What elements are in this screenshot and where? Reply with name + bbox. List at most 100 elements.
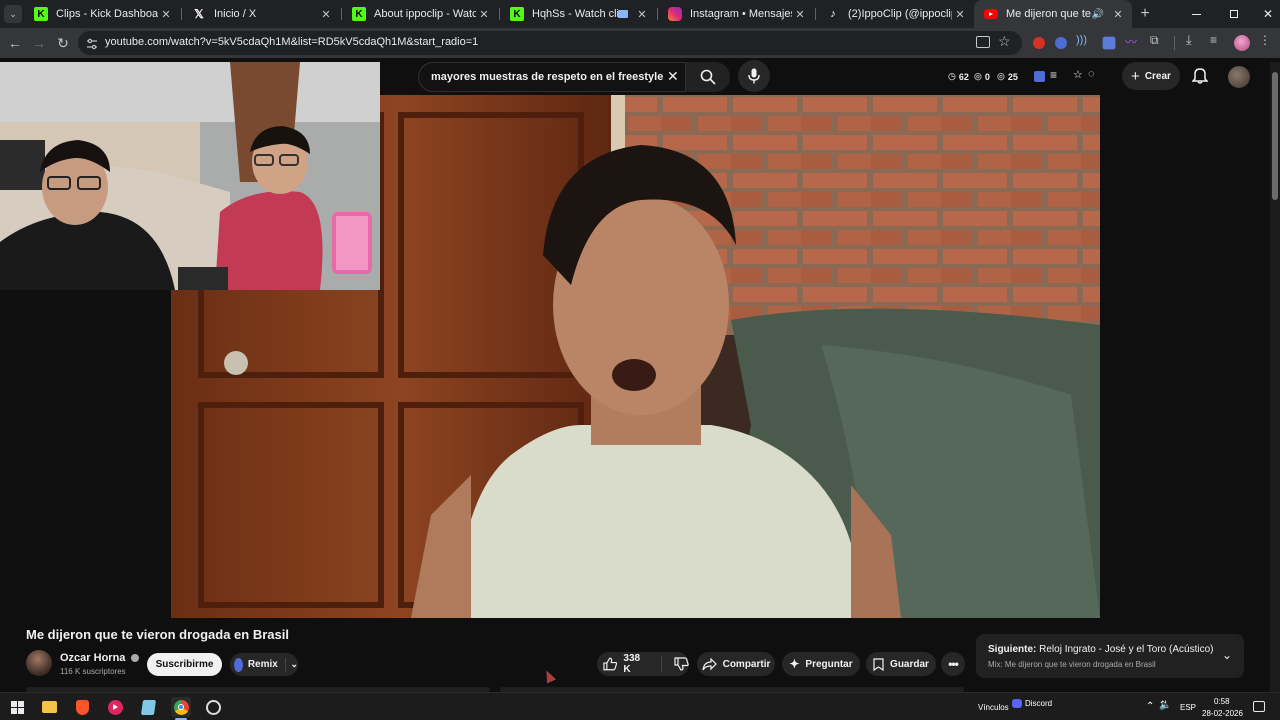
remix-label: Remix [247, 659, 278, 670]
close-icon[interactable]: ✕ [158, 8, 174, 21]
menu-dots-icon[interactable]: ⋮ [1259, 33, 1275, 49]
close-icon[interactable]: ✕ [792, 8, 808, 21]
start-button[interactable] [8, 698, 26, 716]
chevron-down-icon[interactable]: ⌄ [1222, 648, 1232, 662]
tab-search-button[interactable]: ⌄ [4, 5, 22, 23]
obs-icon[interactable] [204, 698, 222, 716]
dislike-button[interactable] [674, 657, 689, 671]
extension-wave-icon[interactable]: ))) [1076, 34, 1092, 50]
search-box[interactable]: mayores muestras de respeto en el freest… [418, 62, 686, 92]
close-icon[interactable]: ✕ [952, 8, 968, 21]
clock-date[interactable]: 28-02-2026 [1202, 709, 1243, 718]
remix-dropdown-divider [284, 657, 286, 672]
create-button[interactable]: + Crear [1122, 62, 1180, 90]
media-player-icon[interactable] [106, 698, 124, 716]
windows-taskbar: Vínculos Discord ⌃ ⇅ 🔈 ESP 0:58 28-02-20… [0, 692, 1280, 720]
minimize-button[interactable] [1186, 6, 1206, 22]
site-info-icon[interactable] [86, 37, 98, 50]
extension-blue-icon[interactable] [1055, 37, 1067, 49]
up-next-card[interactable]: Siguiente: Reloj Ingrato - José y el Tor… [976, 634, 1244, 678]
award-icon[interactable]: ☆ [1073, 68, 1083, 81]
clock-time[interactable]: 0:58 [1214, 697, 1230, 706]
channel-name-text: Ozcar Horna [60, 652, 126, 664]
chat-icon[interactable]: ◌ [1088, 68, 1095, 80]
cast-icon[interactable] [976, 36, 990, 48]
links-label[interactable]: Vínculos [978, 703, 1009, 712]
like-count: 338 K [623, 653, 641, 675]
close-icon[interactable]: ✕ [318, 8, 334, 21]
subscriber-count: 116 K suscriptores [60, 667, 126, 676]
search-icon [700, 69, 716, 85]
save-label: Guardar [890, 658, 929, 670]
brave-browser-icon[interactable] [73, 698, 91, 716]
youtube-icon [984, 9, 998, 19]
ask-button[interactable]: ✦ Preguntar [782, 652, 860, 676]
chevron-up-icon[interactable]: ⌃ [1146, 701, 1154, 712]
subscribe-button[interactable]: Suscribirme [147, 653, 222, 676]
mouse-cursor-icon [541, 668, 557, 684]
bookmark-icon [873, 657, 884, 671]
notepad-icon[interactable] [139, 698, 157, 716]
close-icon[interactable]: ✕ [1110, 8, 1126, 21]
tab-label: HqhSs - Watch clips on Kic [532, 8, 618, 20]
chevron-down-icon: ⌄ [9, 8, 17, 19]
more-actions-button[interactable]: ••• [941, 652, 965, 676]
language-indicator[interactable]: ESP [1180, 703, 1196, 712]
search-input[interactable]: mayores muestras de respeto en el freest… [431, 71, 663, 83]
restore-button[interactable] [1224, 6, 1244, 22]
reload-button[interactable]: ↻ [52, 32, 74, 54]
notifications-bell-icon[interactable] [1191, 66, 1209, 84]
close-icon[interactable]: ✕ [634, 8, 650, 21]
bookmark-star-icon[interactable]: ☆ [998, 33, 1011, 50]
tab-label: Inicio / X [214, 8, 257, 20]
like-button[interactable]: 338 K [603, 653, 649, 675]
profile-avatar-icon[interactable] [1234, 35, 1250, 51]
window-close-button[interactable]: ✕ [1258, 6, 1278, 22]
chevron-down-icon[interactable]: ⌄ [290, 659, 298, 670]
tab-youtube-active[interactable]: Me dijeron que te vieron d 🔊 ✕ [974, 0, 1132, 28]
list-icon[interactable]: ≡ [1050, 68, 1057, 82]
extensions-puzzle-icon[interactable]: ⧉ [1150, 33, 1166, 49]
tab-x-home[interactable]: 𝕏 Inicio / X ✕ [182, 0, 340, 28]
voice-search-button[interactable] [738, 60, 770, 92]
tab-label: About ippoclip - Watch Live on [374, 8, 476, 20]
tab-kick-clips[interactable]: K HqhSs - Watch clips on Kic ✕ [500, 0, 656, 28]
remix-button[interactable]: Remix ⌄ [230, 653, 298, 676]
search-button[interactable] [686, 62, 730, 92]
extension-red-icon[interactable] [1033, 37, 1045, 49]
channel-name[interactable]: Ozcar Horna [60, 652, 140, 664]
scrollbar-thumb[interactable] [1272, 72, 1278, 200]
facecam-overlay [0, 62, 380, 290]
like-dislike-group: 338 K [597, 652, 689, 676]
arrow-right-icon: → [32, 35, 46, 51]
channel-avatar[interactable] [26, 650, 52, 676]
account-avatar[interactable] [1228, 66, 1250, 88]
media-playing-icon [618, 10, 628, 18]
discord-icon[interactable] [1012, 699, 1022, 708]
speaker-icon[interactable]: 🔊 [1092, 9, 1104, 20]
tab-instagram[interactable]: Instagram • Mensajes ✕ [658, 0, 814, 28]
clear-search-icon[interactable]: ✕ [667, 68, 679, 85]
save-button[interactable]: Guardar [866, 652, 936, 676]
reading-list-icon[interactable]: ≡ [1210, 33, 1226, 49]
share-label: Compartir [722, 658, 771, 670]
new-tab-button[interactable]: + [1136, 5, 1154, 23]
volume-icon[interactable]: 🔈 [1159, 700, 1171, 711]
page-scrollbar[interactable] [1270, 62, 1280, 692]
close-icon[interactable]: ✕ [476, 8, 492, 21]
discord-label[interactable]: Discord [1025, 699, 1052, 708]
tab-tiktok[interactable]: ♪ (2)IppoClip (@ippoclip) | TikTok ✕ [816, 0, 974, 28]
download-icon[interactable]: ⤓ [1186, 32, 1202, 48]
back-button[interactable]: ← [4, 32, 26, 54]
chrome-icon[interactable] [171, 697, 191, 717]
address-bar[interactable]: youtube.com/watch?v=5kV5cdaQh1M&list=RD5… [78, 31, 1022, 55]
extension-blue-icon[interactable] [1034, 71, 1045, 82]
extension-purple-icon[interactable]: 〰 [1125, 33, 1141, 49]
tab-kick-ippoclip[interactable]: K About ippoclip - Watch Live on ✕ [342, 0, 498, 28]
share-button[interactable]: Compartir [697, 652, 775, 676]
tab-kick-dashboard[interactable]: K Clips - Kick Dashboard ✕ [24, 0, 180, 28]
file-explorer-icon[interactable] [40, 698, 58, 716]
translate-extension-icon[interactable] [1102, 36, 1116, 50]
forward-button[interactable]: → [28, 32, 50, 54]
notification-center-icon[interactable] [1253, 701, 1265, 712]
